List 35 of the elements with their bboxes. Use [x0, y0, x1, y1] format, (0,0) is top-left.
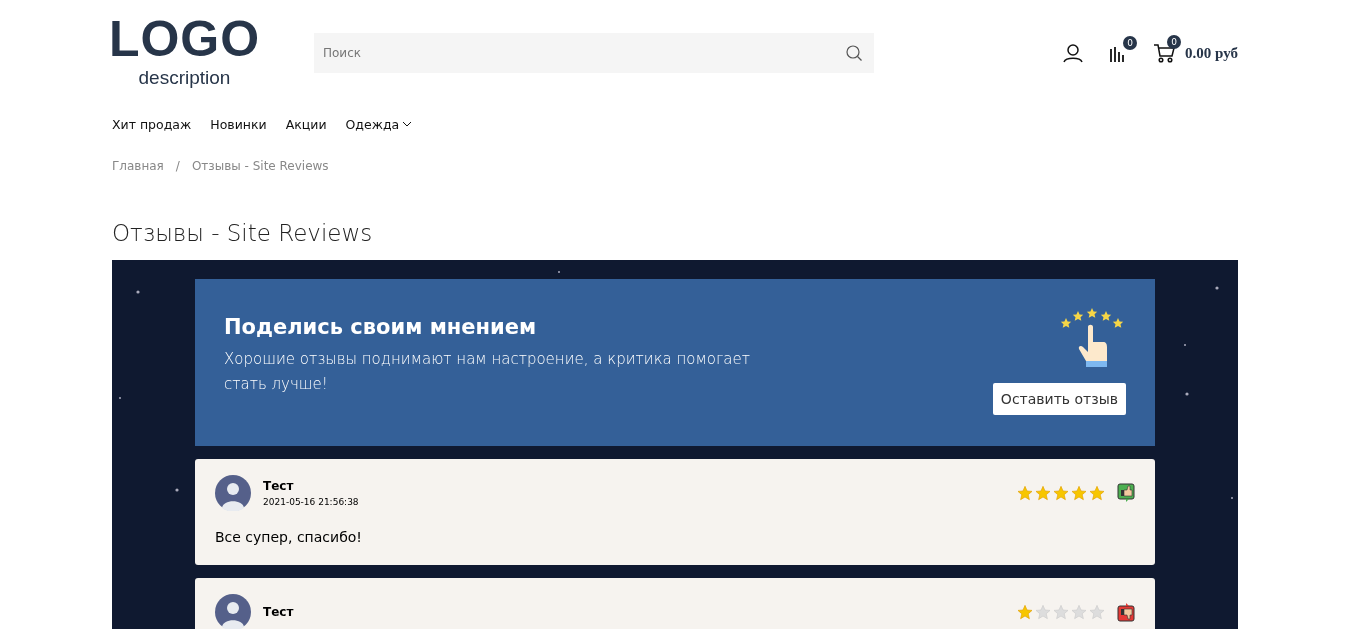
page-title: Отзывы - Site Reviews: [112, 220, 374, 246]
search-icon[interactable]: [846, 45, 862, 61]
breadcrumb-separator: /: [175, 159, 180, 173]
nav-link[interactable]: Хит продаж: [112, 116, 192, 132]
nav-link[interactable]: Новинки: [210, 116, 267, 132]
user-icon[interactable]: [1063, 43, 1084, 63]
caret-icon[interactable]: [402, 121, 413, 127]
logo[interactable]: LOGO description: [112, 16, 257, 90]
cart-icon[interactable]: [1153, 43, 1176, 63]
star-icon: [1089, 485, 1105, 501]
avatar-icon: [215, 594, 251, 629]
breadcrumb-link[interactable]: Главная: [112, 159, 164, 173]
star-icon: [1017, 485, 1033, 501]
star-icon: [1053, 604, 1069, 620]
star-icon: [1053, 485, 1069, 501]
review-text: Все супер, спасибо!: [215, 529, 363, 545]
banner-text: Хорошие отзывы поднимают нам настроение, а критика помогает стать лучше!: [224, 349, 752, 395]
nav-link[interactable]: Одежда: [345, 116, 413, 132]
star-icon: [1071, 604, 1087, 620]
star-icon: [1071, 485, 1087, 501]
review-date: 2021-05-16 21:56:38: [263, 497, 359, 507]
avatar-icon: [215, 475, 251, 511]
reviewer-name: Тест: [263, 479, 295, 493]
nav-link[interactable]: Акции: [285, 116, 327, 132]
count-badge: 0: [1123, 36, 1138, 50]
count-badge: 0: [1167, 35, 1182, 49]
star-icon: [1035, 485, 1051, 501]
star-icon: [1035, 604, 1051, 620]
star-icon: [1089, 604, 1105, 620]
search-field[interactable]: Поиск: [314, 33, 874, 73]
leave-review-button[interactable]: Оставить отзыв: [992, 383, 1126, 415]
reviewer-name: Тест: [263, 605, 294, 619]
star-icon: [1017, 604, 1033, 620]
banner-title: Поделись своим мнением: [224, 315, 538, 339]
cart-total[interactable]: 0.00 руб: [1185, 44, 1238, 62]
